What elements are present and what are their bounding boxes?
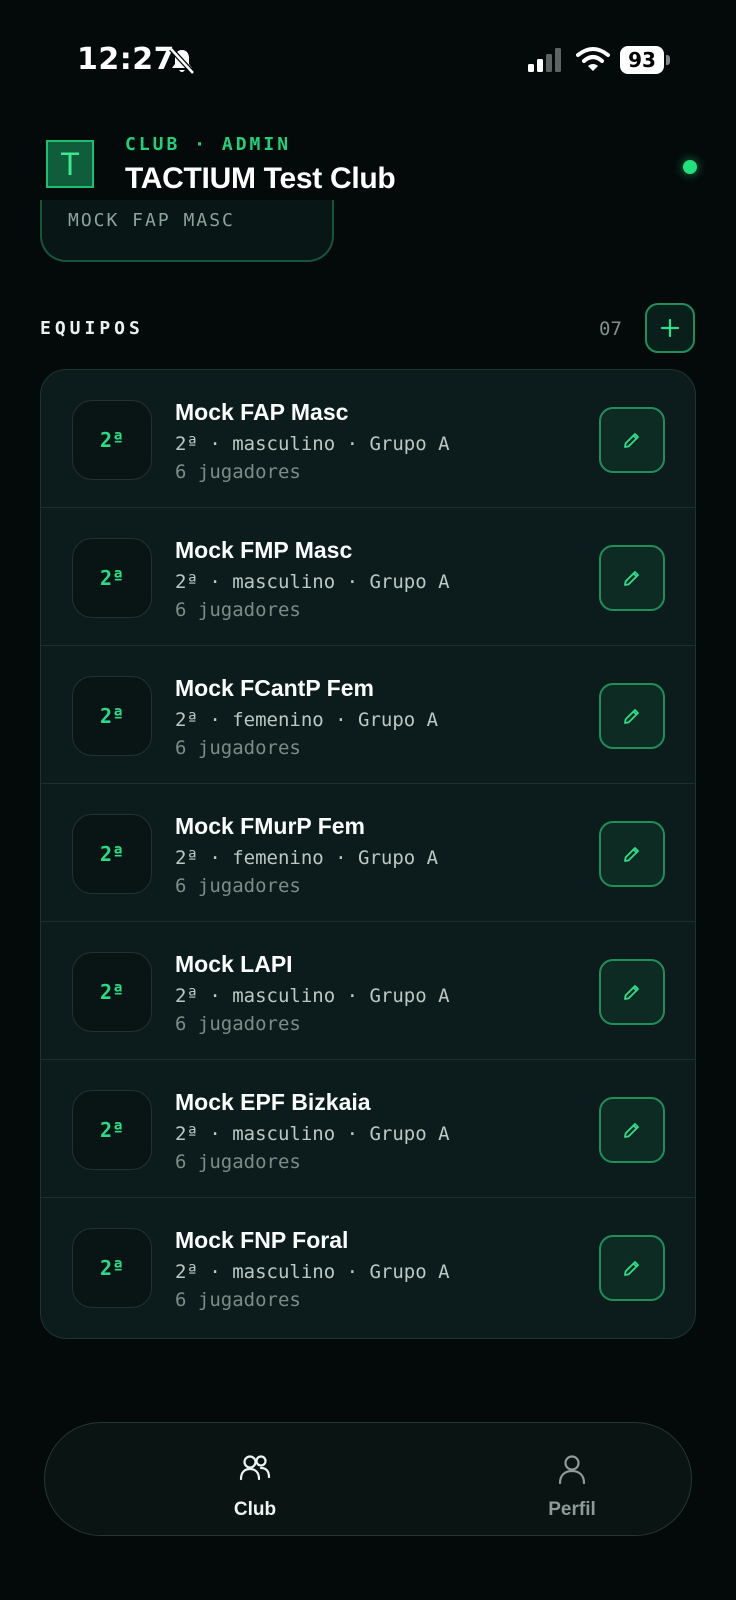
division-badge: 2ª [72, 1090, 152, 1170]
section-title: EQUIPOS [40, 318, 144, 339]
team-row[interactable]: 2ª Mock FMP Masc 2ª · masculino · Grupo … [41, 508, 695, 646]
users-icon [239, 1455, 271, 1481]
tab-profile[interactable]: Perfil [472, 1423, 672, 1537]
pencil-icon [624, 709, 639, 724]
team-row[interactable]: 2ª Mock FCantP Fem 2ª · femenino · Grupo… [41, 646, 695, 784]
team-meta: 2ª · femenino · Grupo A [175, 709, 439, 731]
online-status-dot [683, 160, 697, 174]
edit-team-button[interactable] [599, 959, 665, 1025]
edit-team-button[interactable] [599, 1097, 665, 1163]
pencil-icon [624, 985, 639, 1000]
team-players: 6 jugadores [175, 737, 301, 759]
team-name: Mock FAP Masc [175, 399, 349, 425]
status-time: 12:27 [77, 42, 175, 77]
division-badge: 2ª [72, 952, 152, 1032]
team-meta: 2ª · masculino · Grupo A [175, 985, 450, 1007]
team-players: 6 jugadores [175, 1013, 301, 1035]
tab-profile-label: Perfil [548, 1499, 596, 1520]
team-name: Mock FMP Masc [175, 537, 353, 563]
team-meta: 2ª · masculino · Grupo A [175, 571, 450, 593]
team-row[interactable]: 2ª Mock FNP Foral 2ª · masculino · Grupo… [41, 1198, 695, 1336]
team-row[interactable]: 2ª Mock FMurP Fem 2ª · femenino · Grupo … [41, 784, 695, 922]
team-row[interactable]: 2ª Mock FAP Masc 2ª · masculino · Grupo … [41, 370, 695, 508]
battery-indicator: 93 [620, 46, 670, 74]
division-badge: 2ª [72, 538, 152, 618]
bell-slash-icon [169, 47, 195, 75]
pencil-icon [624, 433, 639, 448]
edit-team-button[interactable] [599, 683, 665, 749]
pencil-icon [624, 1261, 639, 1276]
edit-team-button[interactable] [599, 407, 665, 473]
team-meta: 2ª · masculino · Grupo A [175, 1123, 450, 1145]
team-players: 6 jugadores [175, 1289, 301, 1311]
bottom-tab-bar: Club Perfil [44, 1422, 692, 1536]
edit-team-button[interactable] [599, 821, 665, 887]
status-bar: 12:27 93 [0, 0, 736, 120]
role-kicker: CLUB · ADMIN [125, 134, 292, 155]
division-badge: 2ª [72, 400, 152, 480]
selected-team-chip[interactable]: MOCK FAP MASC [40, 200, 334, 262]
selected-team-label: MOCK FAP MASC [68, 210, 235, 231]
add-team-button[interactable] [645, 303, 695, 353]
wifi-icon [576, 47, 610, 71]
team-players: 6 jugadores [175, 1151, 301, 1173]
battery-level: 93 [620, 46, 664, 74]
team-players: 6 jugadores [175, 875, 301, 897]
team-count: 07 [599, 318, 622, 340]
edit-team-button[interactable] [599, 1235, 665, 1301]
team-list: 2ª Mock FAP Masc 2ª · masculino · Grupo … [40, 369, 696, 1339]
team-name: Mock FNP Foral [175, 1227, 349, 1253]
user-icon [558, 1455, 586, 1485]
team-name: Mock FMurP Fem [175, 813, 365, 839]
team-name: Mock EPF Bizkaia [175, 1089, 371, 1115]
club-logo: T [46, 140, 94, 188]
team-players: 6 jugadores [175, 461, 301, 483]
team-name: Mock FCantP Fem [175, 675, 374, 701]
edit-team-button[interactable] [599, 545, 665, 611]
team-name: Mock LAPI [175, 951, 293, 977]
division-badge: 2ª [72, 1228, 152, 1308]
division-badge: 2ª [72, 676, 152, 756]
team-meta: 2ª · femenino · Grupo A [175, 847, 439, 869]
club-header: T CLUB · ADMIN TACTIUM Test Club [0, 120, 736, 210]
team-meta: 2ª · masculino · Grupo A [175, 1261, 450, 1283]
team-players: 6 jugadores [175, 599, 301, 621]
pencil-icon [624, 1123, 639, 1138]
division-badge: 2ª [72, 814, 152, 894]
tab-club-label: Club [233, 1499, 277, 1520]
team-row[interactable]: 2ª Mock EPF Bizkaia 2ª · masculino · Gru… [41, 1060, 695, 1198]
pencil-icon [624, 571, 639, 586]
plus-icon [660, 318, 680, 338]
pencil-icon [624, 847, 639, 862]
team-meta: 2ª · masculino · Grupo A [175, 433, 450, 455]
cellular-signal-icon [528, 48, 561, 72]
club-title: TACTIUM Test Club [125, 162, 396, 195]
team-row[interactable]: 2ª Mock LAPI 2ª · masculino · Grupo A 6 … [41, 922, 695, 1060]
tab-club[interactable]: Club [155, 1423, 355, 1537]
battery-tip [666, 55, 670, 65]
